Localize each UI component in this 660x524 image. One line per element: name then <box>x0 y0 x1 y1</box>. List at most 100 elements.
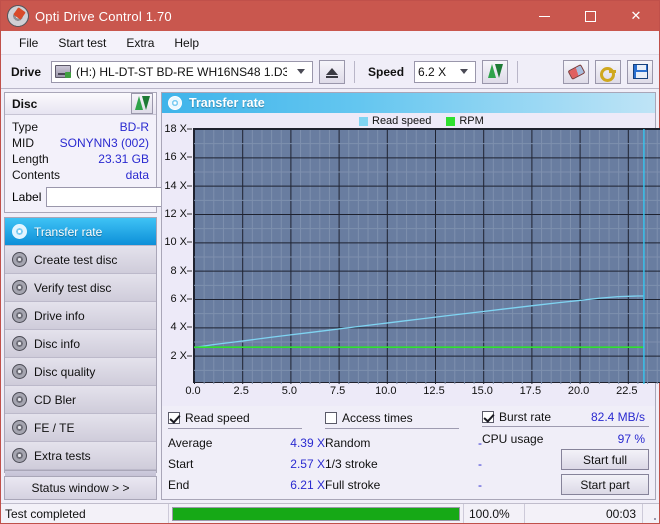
toolbar: Drive (H:) HL-DT-ST BD-RE WH16NS48 1.D3 … <box>1 55 659 89</box>
sidebar-item-extra-tests[interactable]: Extra tests <box>5 442 156 470</box>
read-speed-label: Read speed <box>185 411 250 425</box>
sidebar-item-label: Transfer rate <box>34 225 102 239</box>
menu-extra[interactable]: Extra <box>116 33 164 53</box>
maximize-icon <box>585 11 596 22</box>
menu-start-test[interactable]: Start test <box>48 33 116 53</box>
stat-value: 6.21 X <box>290 478 325 492</box>
y-tick-label: 4 X <box>170 321 187 333</box>
sidebar-item-disc-quality[interactable]: Disc quality <box>5 358 156 386</box>
stat-row-start: Start 2.57 X <box>168 453 325 474</box>
content-header: Transfer rate <box>162 93 655 113</box>
stat-key: Start <box>168 457 290 471</box>
minimize-button[interactable] <box>521 1 567 31</box>
y-tick-mark <box>187 185 192 186</box>
stat-key: Random <box>325 436 478 450</box>
close-button[interactable]: ✕ <box>613 1 659 31</box>
speed-select[interactable]: 6.2 X <box>414 61 476 83</box>
y-tick-mark <box>187 299 192 300</box>
start-part-button[interactable]: Start part <box>561 474 649 495</box>
sidebar-item-create-test-disc[interactable]: Create test disc <box>5 246 156 274</box>
sidebar-item-transfer-rate[interactable]: Transfer rate <box>5 218 156 246</box>
close-icon: ✕ <box>631 8 642 24</box>
legend-label-read-speed: Read speed <box>372 115 431 127</box>
resize-grip[interactable] <box>643 504 659 523</box>
content-panel: Transfer rate Read speed RPM 2 X4 X6 X8 … <box>161 92 656 500</box>
stats-access-times: Access times Random - 1/3 stroke - Full … <box>325 410 482 495</box>
disc-row-key: Contents <box>12 168 60 182</box>
disc-row-key: Length <box>12 152 49 166</box>
nav-list: Transfer rate Create test disc Verify te… <box>4 217 157 473</box>
eject-button[interactable] <box>319 60 345 84</box>
divider <box>168 428 302 429</box>
burst-rate-label: Burst rate <box>499 410 551 424</box>
sidebar-item-drive-info[interactable]: Drive info <box>5 302 156 330</box>
toolbar-separator <box>517 61 518 83</box>
save-button[interactable] <box>627 60 653 84</box>
drive-select[interactable]: (H:) HL-DT-ST BD-RE WH16NS48 1.D3 <box>51 61 313 83</box>
toolbar-separator <box>354 61 355 83</box>
x-tick-label: 0.0 <box>185 385 200 397</box>
app-disc-icon <box>7 5 29 27</box>
elapsed-time: 00:03 <box>525 504 643 523</box>
sidebar-item-label: Create test disc <box>34 253 117 267</box>
refresh-speed-button[interactable] <box>482 60 508 84</box>
burst-rate-value: 82.4 MB/s <box>591 410 649 424</box>
y-tick-label: 16 X <box>164 151 187 163</box>
y-tick-mark <box>187 129 192 130</box>
erase-button[interactable] <box>563 60 589 84</box>
chevron-down-icon <box>460 69 468 74</box>
read-speed-header: Read speed <box>168 410 325 426</box>
minimize-icon <box>539 16 550 17</box>
disc-row-mid: MID SONYNN3 (002) <box>12 135 149 151</box>
menu-help[interactable]: Help <box>164 33 209 53</box>
transfer-rate-chart: Read speed RPM 2 X4 X6 X8 X10 X12 X14 X1… <box>162 113 655 406</box>
sidebar-item-fe-te[interactable]: FE / TE <box>5 414 156 442</box>
x-tick-label: 2.5 <box>234 385 249 397</box>
progress-bar <box>172 507 460 521</box>
disc-row-type: Type BD-R <box>12 119 149 135</box>
disc-label-row: Label <box>12 186 149 207</box>
burst-rate-checkbox[interactable] <box>482 411 494 423</box>
start-full-button[interactable]: Start full <box>561 449 649 470</box>
status-message: Test completed <box>1 504 169 523</box>
menu-bar: File Start test Extra Help <box>1 31 659 55</box>
x-tick-label: 15.0 <box>471 385 492 397</box>
sidebar-item-label: Extra tests <box>34 449 91 463</box>
stat-row-third-stroke: 1/3 stroke - <box>325 453 482 474</box>
status-bar: Test completed 100.0% 00:03 <box>1 503 659 523</box>
access-times-checkbox[interactable] <box>325 412 337 424</box>
sidebar-item-cd-bler[interactable]: CD Bler <box>5 386 156 414</box>
eject-icon <box>326 68 338 75</box>
drive-icon <box>55 65 71 78</box>
status-window-button[interactable]: Status window > > <box>4 476 157 500</box>
y-tick-mark <box>187 242 192 243</box>
y-tick-label: 18 X <box>164 123 187 135</box>
stat-value: 4.39 X <box>290 436 325 450</box>
access-times-label: Access times <box>342 411 413 425</box>
window-controls: ✕ <box>521 1 659 31</box>
chart-plot-area <box>193 128 660 383</box>
stats-read-speed: Read speed Average 4.39 X Start 2.57 X E… <box>168 410 325 495</box>
y-tick-label: 10 X <box>164 236 187 248</box>
disc-refresh-button[interactable] <box>131 93 153 114</box>
legend-swatch-read-speed <box>359 117 368 126</box>
y-tick-label: 2 X <box>170 350 187 362</box>
disc-row-key: Type <box>12 120 38 134</box>
disc-row-key: MID <box>12 136 34 150</box>
x-tick-label: 7.5 <box>330 385 345 397</box>
sidebar-item-disc-info[interactable]: Disc info <box>5 330 156 358</box>
sidebar: Disc Type BD-R MID SONYNN3 (002) Length … <box>4 92 157 500</box>
x-tick-label: 17.5 <box>520 385 541 397</box>
sidebar-item-label: Disc info <box>34 337 80 351</box>
y-tick-mark <box>187 214 192 215</box>
menu-file[interactable]: File <box>9 33 48 53</box>
x-tick-label: 10.0 <box>375 385 396 397</box>
read-speed-checkbox[interactable] <box>168 412 180 424</box>
maximize-button[interactable] <box>567 1 613 31</box>
drive-select-value: (H:) HL-DT-ST BD-RE WH16NS48 1.D3 <box>76 65 287 79</box>
disc-row-value: SONYNN3 (002) <box>60 136 149 150</box>
key-button[interactable] <box>595 60 621 84</box>
legend-label-rpm: RPM <box>459 115 483 127</box>
sidebar-item-label: FE / TE <box>34 421 74 435</box>
sidebar-item-verify-test-disc[interactable]: Verify test disc <box>5 274 156 302</box>
